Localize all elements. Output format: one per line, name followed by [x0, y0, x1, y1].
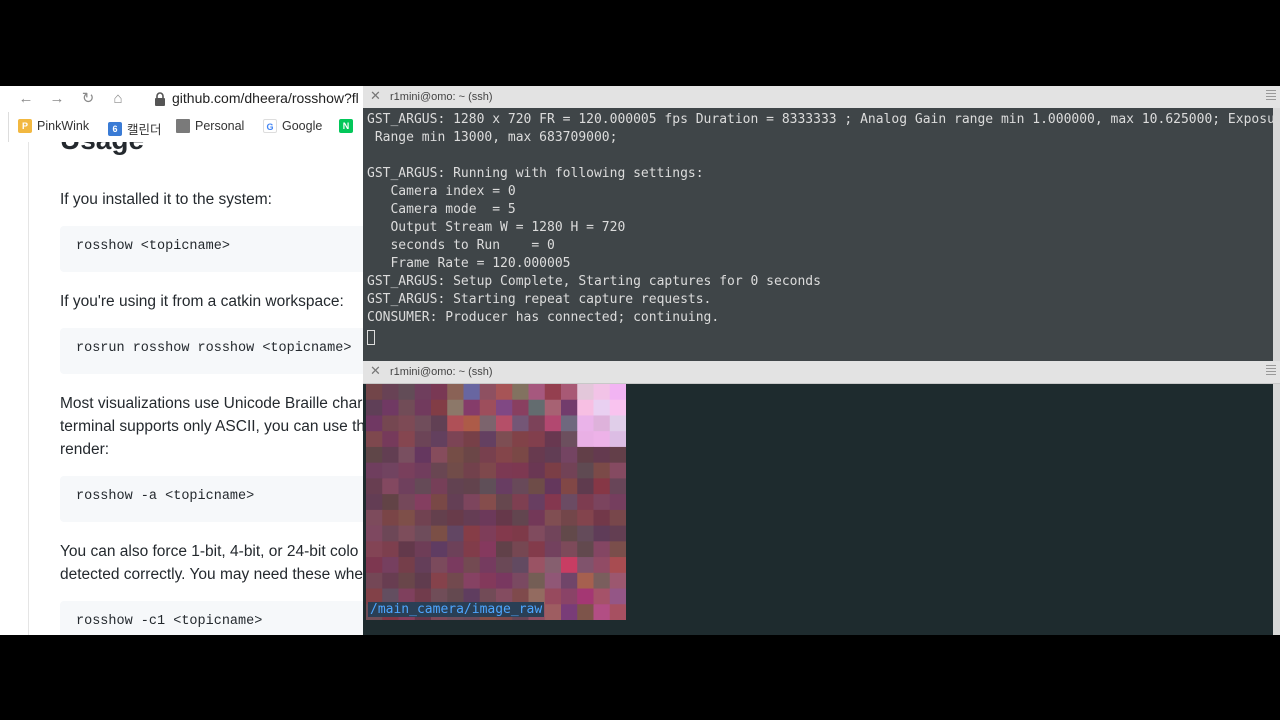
- paragraph-line: terminal supports only ASCII, you can us…: [60, 418, 363, 435]
- bookmark-label: Personal: [195, 119, 245, 133]
- terminal-line: GST_ARGUS: Starting repeat capture reque…: [367, 292, 712, 307]
- bookmarks-bar: P PinkWink 6 캘린더 Personal G Google N: [8, 115, 363, 141]
- home-icon[interactable]: ⌂: [108, 89, 128, 109]
- google-icon: G: [263, 119, 277, 133]
- naver-icon: N: [339, 119, 353, 133]
- terminal-title: r1mini@omo: ~ (ssh): [390, 366, 493, 378]
- section-heading: Usage: [60, 142, 144, 156]
- browser-window: ← → ↻ ⌂ github.com/dheera/rosshow?fl P P…: [0, 86, 363, 635]
- bookmark-label: 캘린더: [127, 123, 162, 137]
- code-block: rosrun rosshow rosshow <topicname>: [60, 328, 363, 374]
- terminal-title: r1mini@omo: ~ (ssh): [390, 91, 493, 103]
- bookmark-label: Google: [282, 119, 323, 133]
- close-icon[interactable]: ✕: [370, 363, 381, 379]
- code-text: rosshow <topicname>: [76, 239, 230, 254]
- pinkwink-icon: P: [18, 119, 32, 133]
- address-bar[interactable]: github.com/dheera/rosshow?fl: [172, 90, 359, 106]
- terminal-bottom-titlebar: ✕ r1mini@omo: ~ (ssh): [363, 361, 1280, 384]
- code-block: rosshow -a <topicname>: [60, 476, 363, 522]
- bookmark-pinkwink[interactable]: P PinkWink: [18, 119, 89, 133]
- lock-icon: [155, 92, 165, 106]
- paragraph: If you're using it from a catkin workspa…: [60, 293, 344, 310]
- forward-icon[interactable]: →: [47, 89, 67, 109]
- code-text: rosshow -a <topicname>: [76, 489, 255, 504]
- paragraph-line: Most visualizations use Unicode Braille …: [60, 395, 363, 412]
- terminal-line: seconds to Run = 0: [367, 238, 555, 253]
- menu-icon[interactable]: [1266, 365, 1276, 377]
- folder-icon: [176, 119, 190, 133]
- bookmark-google[interactable]: G Google: [263, 119, 322, 133]
- code-block: rosshow -c1 <topicname>: [60, 601, 363, 635]
- terminal-line: Camera index = 0: [367, 184, 516, 199]
- terminal-line: GST_ARGUS: Running with following settin…: [367, 166, 704, 181]
- paragraph-line: render:: [60, 441, 110, 458]
- reload-icon[interactable]: ↻: [78, 89, 98, 109]
- code-text: rosrun rosshow rosshow <topicname>: [76, 341, 352, 356]
- terminal-line: Output Stream W = 1280 H = 720: [367, 220, 626, 235]
- camera-preview-image: [366, 384, 626, 620]
- menu-icon[interactable]: [1266, 90, 1276, 102]
- scrollbar[interactable]: [1273, 384, 1280, 635]
- paragraph-line: detected correctly. You may need these w…: [60, 566, 363, 583]
- bookmark-naver[interactable]: N: [339, 119, 353, 133]
- bookmark-calendar[interactable]: 6 캘린더: [108, 119, 162, 138]
- terminal-line: GST_ARGUS: 1280 x 720 FR = 120.000005 fp…: [367, 112, 1273, 127]
- code-block: rosshow <topicname>: [60, 226, 363, 272]
- terminal-cursor: [367, 330, 375, 345]
- scrollbar[interactable]: [1273, 108, 1280, 361]
- browser-toolbar: ← → ↻ ⌂ github.com/dheera/rosshow?fl: [8, 86, 363, 112]
- close-icon[interactable]: ✕: [370, 88, 381, 104]
- code-text: rosshow -c1 <topicname>: [76, 614, 263, 629]
- back-icon[interactable]: ←: [16, 89, 36, 109]
- calendar-icon: 6: [108, 121, 122, 136]
- paragraph-line: You can also force 1-bit, 4-bit, or 24-b…: [60, 543, 359, 560]
- bookmark-personal[interactable]: Personal: [176, 119, 244, 133]
- terminal-line: Camera mode = 5: [367, 202, 516, 217]
- divider: [28, 142, 29, 635]
- terminal-line: Range min 13000, max 683709000;: [367, 130, 618, 145]
- terminal-top[interactable]: GST_ARGUS: 1280 x 720 FR = 120.000005 fp…: [363, 108, 1273, 361]
- bookmark-label: PinkWink: [37, 119, 90, 133]
- readme-page: Usage If you installed it to the system:…: [8, 142, 363, 635]
- terminal-line: GST_ARGUS: Setup Complete, Starting capt…: [367, 274, 821, 289]
- desktop-screen: ← → ↻ ⌂ github.com/dheera/rosshow?fl P P…: [0, 86, 1280, 635]
- terminal-line: Frame Rate = 120.000005: [367, 256, 571, 271]
- topic-name: /main_camera/image_raw: [368, 602, 545, 617]
- terminal-line: CONSUMER: Producer has connected; contin…: [367, 310, 720, 325]
- terminal-top-titlebar: ✕ r1mini@omo: ~ (ssh): [363, 86, 1280, 109]
- paragraph: If you installed it to the system:: [60, 191, 272, 208]
- terminal-bottom[interactable]: /main_camera/image_raw: [363, 384, 1273, 635]
